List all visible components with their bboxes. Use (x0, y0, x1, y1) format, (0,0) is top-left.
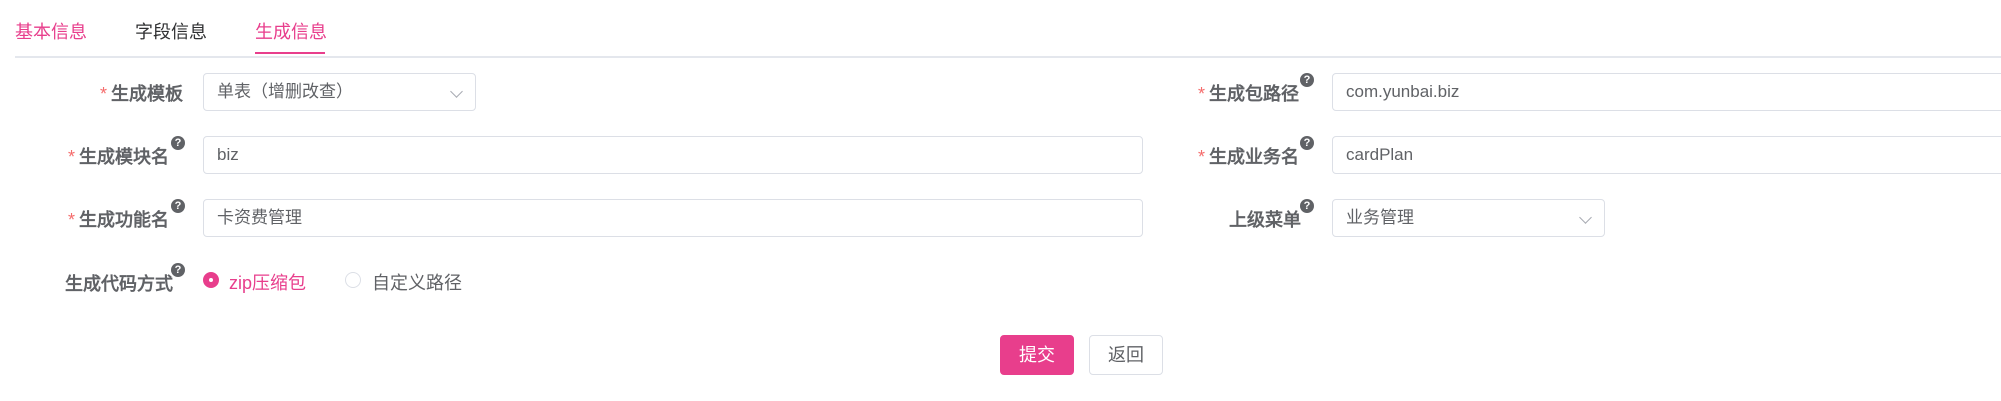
parent-menu-label: 上级菜单 (1229, 210, 1301, 230)
required-mark: * (1198, 147, 1206, 167)
help-icon[interactable]: ? (171, 263, 185, 277)
required-mark: * (100, 84, 108, 104)
business-name-value: cardPlan (1346, 145, 1414, 164)
package-path-input[interactable]: com.yunbai.biz (1332, 73, 2001, 111)
parent-menu-value: 业务管理 (1346, 208, 1414, 227)
help-icon[interactable]: ? (171, 199, 185, 213)
radio-custom-path[interactable] (345, 272, 361, 288)
module-name-value: biz (217, 145, 239, 164)
help-icon[interactable]: ? (171, 136, 185, 150)
function-name-input[interactable]: 卡资费管理 (203, 199, 1143, 237)
required-mark: * (68, 210, 76, 230)
tab-bar: 基本信息 字段信息 生成信息 (15, 0, 2001, 58)
module-name-label: * 生成模块名 (68, 147, 170, 167)
template-select[interactable]: 单表（增删改查） (203, 73, 476, 111)
chevron-down-icon (1579, 211, 1592, 224)
template-value: 单表（增删改查） (217, 82, 353, 101)
template-label: * 生成模板 (100, 84, 184, 104)
chevron-down-icon (450, 85, 463, 98)
gen-type-label: 生成代码方式 (65, 274, 173, 294)
module-name-input[interactable]: biz (203, 136, 1143, 174)
business-name-input[interactable]: cardPlan (1332, 136, 2001, 174)
help-icon[interactable]: ? (1300, 199, 1314, 213)
package-path-label: * 生成包路径 (1198, 84, 1300, 104)
tab-field-info[interactable]: 字段信息 (135, 18, 207, 44)
function-name-label: * 生成功能名 (68, 210, 170, 230)
radio-zip[interactable] (203, 272, 219, 288)
help-icon[interactable]: ? (1300, 136, 1314, 150)
package-path-value: com.yunbai.biz (1346, 82, 1460, 101)
function-name-value: 卡资费管理 (217, 208, 302, 227)
active-tab-indicator (255, 52, 325, 54)
business-name-label: * 生成业务名 (1198, 147, 1300, 167)
required-mark: * (1198, 84, 1206, 104)
tab-gen-info[interactable]: 生成信息 (255, 18, 327, 44)
submit-button[interactable]: 提交 (1000, 335, 1074, 375)
back-button[interactable]: 返回 (1089, 335, 1163, 375)
radio-zip-label[interactable]: zip压缩包 (229, 269, 306, 295)
radio-custom-path-label[interactable]: 自定义路径 (372, 269, 462, 295)
help-icon[interactable]: ? (1300, 73, 1314, 87)
parent-menu-select[interactable]: 业务管理 (1332, 199, 1605, 237)
required-mark: * (68, 147, 76, 167)
tab-basic-info[interactable]: 基本信息 (15, 18, 87, 44)
